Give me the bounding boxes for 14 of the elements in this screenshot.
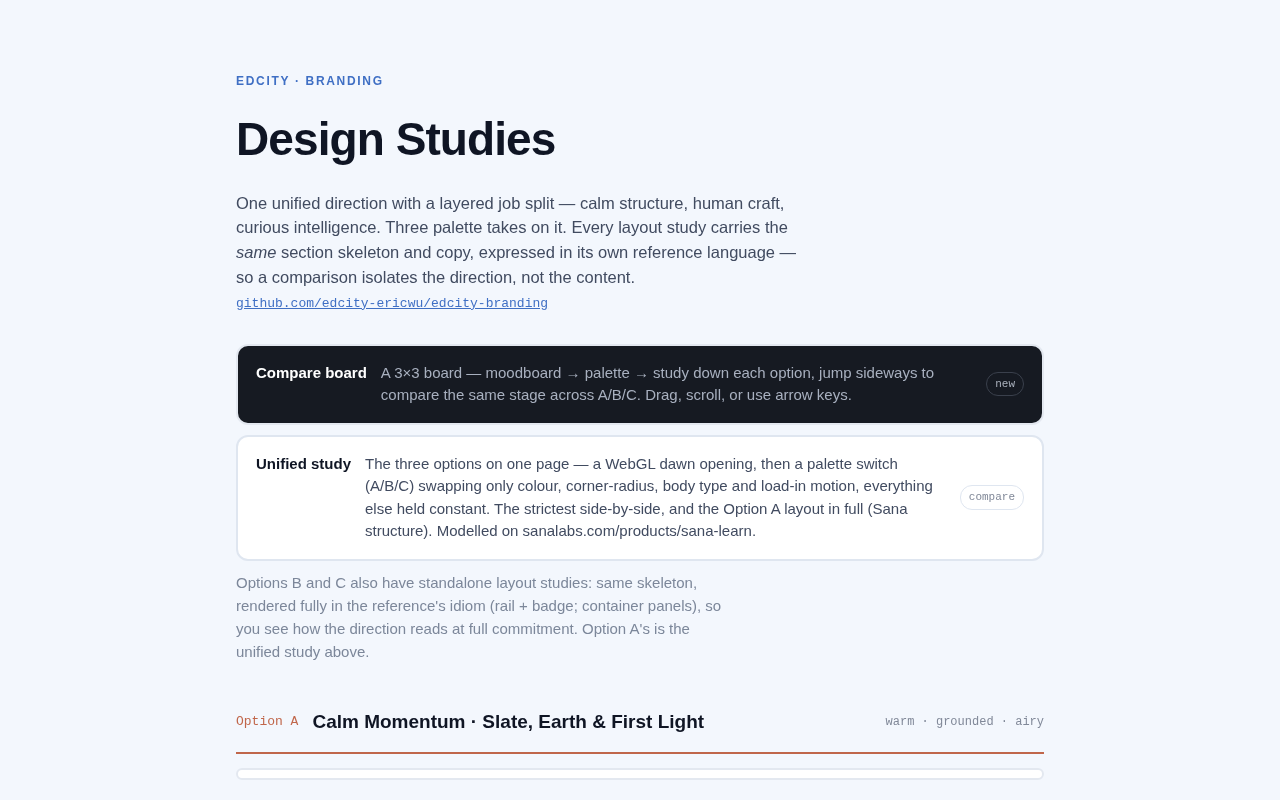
page-title: Design Studies <box>236 114 557 165</box>
study-card[interactable]: Compare board A 3×3 board — moodboard → palette → study down each option, jump sideways to compare the same stage across A/B/C. Drag, scroll, or use arrow keys. new <box>236 343 1044 425</box>
option-label: Option A <box>236 713 299 732</box>
study-title: Compare board <box>256 362 367 383</box>
study-description: A 3×3 board — moodboard → palette → study down each option, jump sideways to compare the same stage across A/B/C. Drag, scroll, or use arrow keys. <box>380 362 936 406</box>
note-paragraph: Options B and C also have standalone layout studies: same skeleton, rendered fully in the reference's idiom (rail + badge; container panels), so you see how the direction reads at full commitment. Option A's is the unified study above. <box>236 572 723 663</box>
study-tag: compare <box>959 485 1024 510</box>
repo-link[interactable]: github.com/edcity-ericwu/edcity-branding <box>236 293 549 314</box>
eyebrow-label: EDCITY · BRANDING <box>236 73 385 90</box>
option-title: Calm Momentum · Slate, Earth & First Light <box>312 709 705 734</box>
study-description: The three options on one page — a WebGL dawn opening, then a palette switch (A/B/C) swapping only colour, corner-radius, body type and load-in motion, everything else held constant. The strictest side-by-side, and the Option A layout in full (Sana structure). Modelled on sanalabs.com/products/sana-learn. <box>365 453 934 542</box>
option-keywords: warm · grounded · airy <box>885 713 1044 731</box>
study-title: Unified study <box>256 453 351 474</box>
intro-paragraph: One unified direction with a layered job split — calm structure, human craft, curious intelligence. Three palette takes on it. Every layout study carries the same section skeleton and copy, expressed in its own reference language — so a comparison isolates the direction, not the content. <box>236 192 798 288</box>
